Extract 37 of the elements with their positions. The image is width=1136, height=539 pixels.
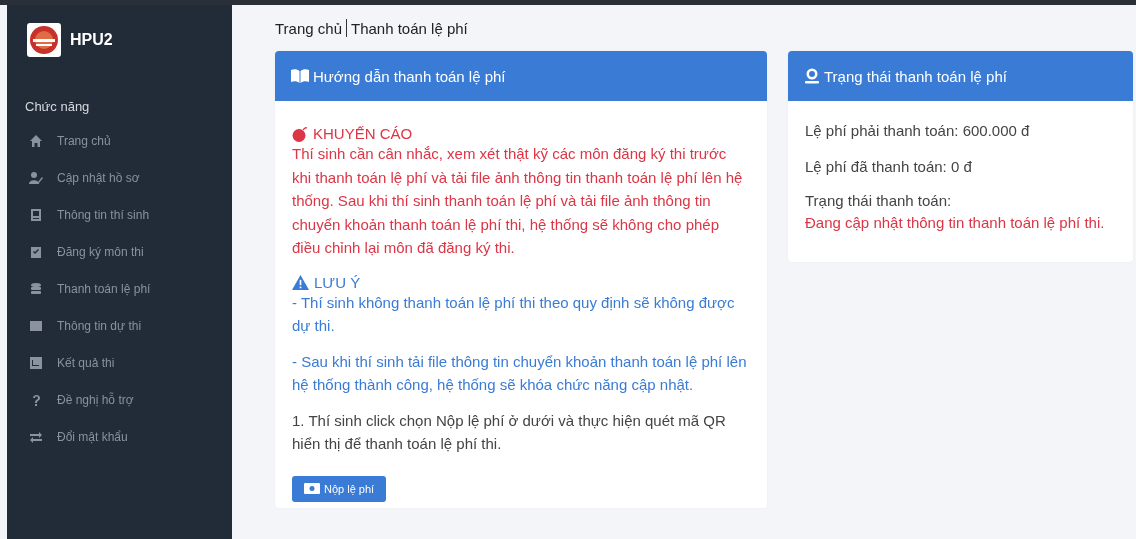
nav-item[interactable]: Thanh toán lệ phí [7,270,232,307]
section-title: Chức năng [25,99,91,114]
fee-paid-text: Lệ phí đã thanh toán: 0 đ [805,156,973,177]
nav-item[interactable]: Đổi mật khẩu [7,418,232,455]
nav-item[interactable]: Kết quả thi [7,344,232,381]
exchange-icon [29,429,43,444]
banknote-icon [304,483,320,494]
note-heading: LƯU Ý [314,273,361,291]
home-icon [29,133,43,148]
breadcrumb-current: Thanh toán lệ phí [351,19,468,37]
user-edit-icon [29,170,43,185]
nav-item[interactable]: Thông tin thí sinh [7,196,232,233]
breadcrumb-link[interactable]: Trang chủ [275,19,342,37]
note-text: - Sau khi thí sinh tải file thông tin chuyển khoản thanh toán lệ phí lên hệ thống thành công, hệ thống sẽ khóa chức năng cập nhật. [292,351,748,395]
fee-due-text: Lệ phí phải thanh toán: 600.000 đ [805,121,1031,141]
pay-button[interactable]: Nộp lệ phí [292,475,387,502]
warning-text: Thí sinh cần cân nhắc, xem xét thật kỹ các môn đăng ký thi trước khi thanh toán lệ phí và tải file ảnh thông tin thanh toán lệ phí lên hệ thống. Sau khi thí sinh thanh toán lệ phí và tải file ảnh thông tin chuyển khoản thanh toán lệ phí thi, hệ thống sẽ không cho phép điều chỉnh lại môn đã đăng ký thi. [292,144,744,258]
warning-icon [292,274,309,290]
status-label: Trạng thái thanh toán: [805,191,953,211]
warning-heading: KHUYẾN CÁO [313,125,413,142]
card-title: Hướng dẫn thanh toán lệ phí [313,67,506,85]
brand-name: HPU2 [70,31,113,49]
nav-item[interactable]: Cập nhật hồ sơ [7,159,232,196]
instruction-text: 1. Thí sinh click chọn Nộp lệ phí ở dưới và thực hiện quét mã QR hiển thị để thanh toán lệ phí thi. [292,410,727,454]
nav-item[interactable]: Thông tin dự thi [7,307,232,344]
clipboard-check-icon [29,244,43,259]
status-value: Đang cập nhật thông tin thanh toán lệ phí thi. [805,213,1106,233]
coins-icon [29,281,43,296]
card-title: Trạng thái thanh toán lệ phí [824,67,1007,85]
nav-item[interactable]: Đề nghị hỗ trợ [7,381,232,418]
id-card-icon [29,207,43,222]
note-text: - Thí sinh không thanh toán lệ phí thi theo quy định sẽ không được dự thi. [292,292,736,336]
logo-icon [27,23,61,57]
nav-item[interactable]: Trang chủ [7,122,232,159]
bomb-icon [292,125,308,142]
nav-item[interactable]: Đăng ký môn thi [7,233,232,270]
book-icon [291,69,309,83]
